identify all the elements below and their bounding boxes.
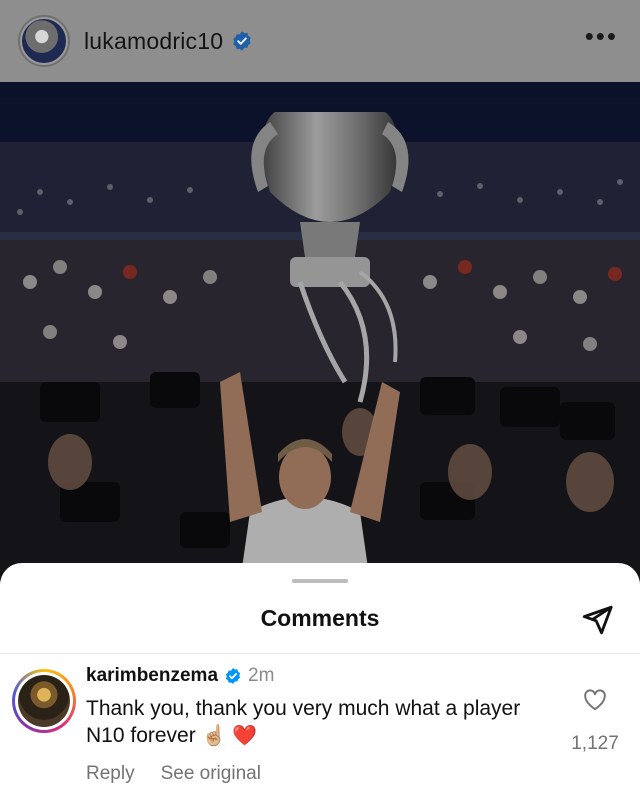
verified-badge-icon — [233, 31, 251, 51]
avatar-image — [18, 675, 70, 727]
paper-plane-icon[interactable] — [580, 603, 614, 637]
heart-icon[interactable] — [582, 687, 608, 713]
sheet-divider — [0, 653, 640, 654]
post-author-avatar[interactable] — [18, 15, 70, 67]
commenter-username[interactable]: karimbenzema — [86, 665, 218, 687]
more-options-icon[interactable]: ••• — [585, 23, 618, 49]
red-heart-emoji: ❤️ — [232, 723, 258, 747]
comment-item: karimbenzema 2m Thank you, thank you ver… — [0, 661, 640, 803]
comments-sheet: Comments karimbenzema 2m Thank you, than… — [0, 563, 640, 803]
comment-timestamp: 2m — [248, 665, 275, 686]
verified-badge-icon — [225, 668, 241, 684]
avatar-image — [20, 17, 68, 65]
comment-meta: karimbenzema 2m — [86, 665, 274, 687]
comment-text: Thank you, thank you very much what a pl… — [86, 695, 536, 749]
see-original-button[interactable]: See original — [161, 763, 261, 785]
comment-body: Thank you, thank you very much what a pl… — [86, 697, 521, 747]
celebration-photo-illustration — [0, 82, 640, 582]
post-author-username[interactable]: lukamodric10 — [84, 28, 223, 55]
like-count: 1,127 — [571, 733, 619, 754]
commenter-avatar[interactable] — [12, 669, 76, 733]
sheet-title: Comments — [260, 605, 380, 631]
comment-actions: Reply See original — [86, 763, 261, 785]
post-photo[interactable] — [0, 82, 640, 582]
post-header: lukamodric10 ••• — [0, 0, 640, 82]
sheet-drag-handle[interactable] — [292, 579, 348, 583]
reply-button[interactable]: Reply — [86, 763, 135, 785]
pointing-up-emoji: ☝🏼 — [201, 723, 227, 747]
